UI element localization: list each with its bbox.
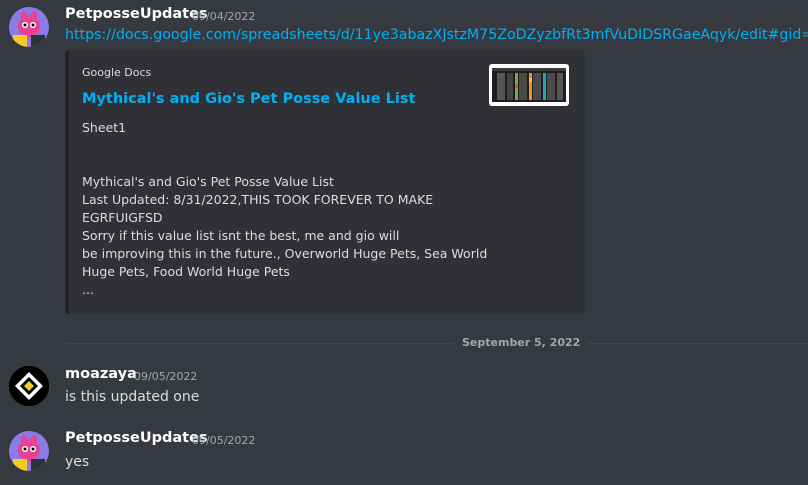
pet-avatar-icon: [9, 431, 49, 471]
spreadsheet-link[interactable]: https://docs.google.com/spreadsheets/d/1…: [65, 27, 808, 43]
embed-provider: Google Docs: [82, 66, 152, 79]
link-embed: Google Docs Mythical's and Gio's Pet Pos…: [65, 50, 585, 314]
date-divider-label: September 5, 2022: [454, 336, 589, 349]
message-petposse-1: PetposseUpdates 09/04/2022 https://docs.…: [0, 0, 808, 320]
user-avatar[interactable]: [9, 431, 49, 471]
user-avatar[interactable]: [9, 7, 49, 47]
pet-avatar-icon: [9, 7, 49, 47]
embed-title[interactable]: Mythical's and Gio's Pet Posse Value Lis…: [82, 91, 415, 107]
username[interactable]: PetposseUpdates: [65, 430, 208, 446]
timestamp: 09/05/2022: [134, 370, 198, 383]
message-moazaya: moazaya 09/05/2022 is this updated one: [0, 360, 808, 410]
spreadsheet-thumbnail-icon: [492, 68, 566, 102]
embed-description: Sheet1 Mythical's and Gio's Pet Posse Va…: [82, 120, 488, 297]
timestamp: 09/05/2022: [192, 434, 256, 447]
message-content: is this updated one: [65, 389, 200, 405]
timestamp: 09/04/2022: [192, 10, 256, 23]
message-content: yes: [65, 454, 90, 470]
embed-thumbnail[interactable]: [489, 64, 569, 106]
username[interactable]: PetposseUpdates: [65, 6, 208, 22]
message-petposse-2: PetposseUpdates 09/05/2022 yes: [0, 424, 808, 479]
username[interactable]: moazaya: [65, 366, 137, 382]
diamond-logo-icon: [9, 366, 49, 406]
user-avatar[interactable]: [9, 366, 49, 406]
date-divider-line: [65, 343, 808, 344]
